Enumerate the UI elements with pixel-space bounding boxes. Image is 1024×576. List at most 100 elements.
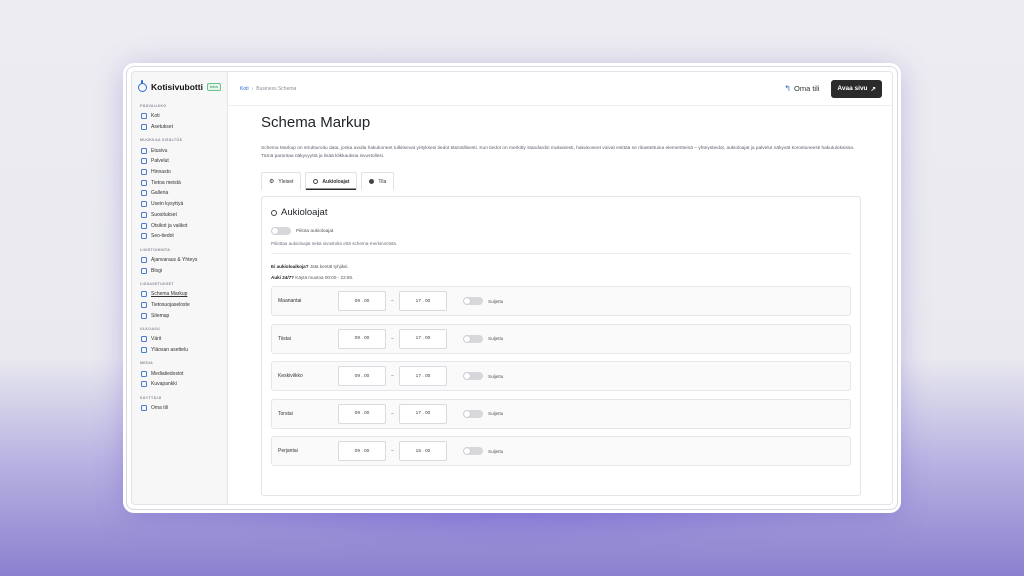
sidebar-item-label: Schema Markup [151,291,188,298]
close-time-input[interactable]: 16 . 00 [399,441,447,461]
sidebar-item-label: Koti [151,113,160,120]
sidebar-item-label: Asetukset [151,124,173,131]
tab-tila[interactable]: Tila [361,172,395,190]
sidebar-item[interactable]: Kuvapankki [138,379,221,390]
nav-item-icon [141,158,147,165]
sidebar-item[interactable]: Suositukset [138,210,221,221]
tab-yleiset[interactable]: ⚙ Yleiset [261,172,302,190]
sidebar-item[interactable]: Hinnasto [138,167,221,178]
closed-toggle[interactable] [463,297,483,305]
sidebar-item[interactable]: Blogi [138,265,221,276]
sidebar-item[interactable]: Oma tili [138,403,221,414]
nav-item-icon [141,405,147,412]
breadcrumb-home[interactable]: Koti [240,86,249,92]
always-open-note: Auki 24/7? Käytä muotoa 00:00 - 23:59. [271,275,851,280]
sidebar-item[interactable]: Asetukset [138,122,221,133]
close-time-input[interactable]: 17 . 00 [399,291,447,311]
sidebar-item-label: Hinnasto [151,169,171,176]
day-name: Keskiviikko [278,373,303,379]
browser-frame: Kotisivubotti beta PÄÄVALIKKO Koti Asetuks… [126,66,898,510]
day-row: Maanantai 09 . 00 – 17 . 00 Suljettu [271,286,851,316]
time-separator: – [391,298,394,304]
sidebar-item[interactable]: Tietoa meistä [138,177,221,188]
hide-hours-toggle[interactable] [271,227,291,235]
sidebar: Kotisivubotti beta PÄÄVALIKKO Koti Asetuks… [132,72,228,504]
sidebar-section-title: LIIKETOIMINTA [140,247,171,252]
note-text: Jätä kentät tyhjiksi. [308,264,349,269]
sidebar-item[interactable]: Schema Markup [138,289,221,300]
sidebar-item-label: Sitemap [151,312,170,319]
sidebar-item[interactable]: Seo-tiedot [138,231,221,242]
open-site-button[interactable]: Avaa sivu ↗ [831,79,882,98]
day-row: Perjantai 09 . 00 – 16 . 00 Suljettu [271,436,851,466]
nav-item-icon [141,370,147,377]
sidebar-item[interactable]: Värit [138,334,221,345]
sidebar-item-label: Seo-tiedot [151,233,174,240]
sidebar-item[interactable]: Etusivu [138,145,221,156]
nav-item-icon [141,211,147,218]
sidebar-section-title: ULKOASU [140,327,160,331]
note-bold: Ei aukioloaikoja? [271,264,309,269]
closed-toggle[interactable] [463,409,483,418]
nav-item-icon [141,124,147,131]
sidebar-item[interactable]: Tietosuojaseloste [138,300,221,311]
sidebar-section-title: KÄYTTÄJÄ [140,395,162,400]
topbar-actions: ↰ Oma tili Avaa sivu ↗ [784,79,882,98]
closed-toggle[interactable] [463,447,483,455]
sidebar-item[interactable]: Otsikot ja valikot [138,220,221,231]
tab-label: Yleiset [278,178,294,185]
open-time-input[interactable]: 09 . 00 [338,328,386,349]
sidebar-item[interactable]: Mediatiedostot [138,368,221,379]
topbar: Koti › Business Schema ↰ Oma tili Avaa s… [228,72,892,106]
open-time-input[interactable]: 09 . 00 [338,291,386,311]
sidebar-item[interactable]: Koti [138,111,221,122]
no-hours-note: Ei aukioloaikoja? Jätä kentät tyhjiksi. [271,264,851,269]
close-time-input[interactable]: 17 . 00 [399,328,447,349]
account-label: Oma tili [794,84,820,93]
closed-control: Suljettu [463,334,503,343]
tab-aukioloajat[interactable]: Aukioloajat [305,172,358,190]
day-row: Keskiviikko 09 . 00 – 17 . 00 Suljettu [271,361,851,391]
clock-icon [271,209,277,216]
tab-label: Aukioloajat [322,178,350,185]
sidebar-item-label: Värit [151,336,162,343]
sidebar-item-label: Galleria [151,190,169,197]
sidebar-item[interactable]: Ajanvaraus & Yhteys [138,255,221,266]
nav-item-icon [141,222,147,229]
sidebar-item[interactable]: Usein kysyttyä [138,199,221,210]
day-name: Maanantai [278,298,302,304]
open-time-input[interactable]: 09 . 00 [338,441,386,461]
page-description: Schema Markup on strukturoitu data, jonk… [261,146,855,159]
sidebar-item[interactable]: Palvelut [138,156,221,167]
nav-item-icon [141,147,147,154]
card-title-text: Aukioloajat [281,207,328,218]
hide-hours-help: Piilottaa aukioloajat sekä sivustolta et… [271,241,398,246]
sidebar-section-title: LISÄASETUKSET [140,281,174,286]
sidebar-item[interactable]: Sitemap [138,310,221,321]
day-row: Tiistai 09 . 00 – 17 . 00 Suljettu [271,323,851,354]
closed-control: Suljettu [463,447,503,455]
sidebar-item[interactable]: Galleria [138,188,221,199]
sidebar-item-label: Kuvapankki [151,381,177,388]
nav-item-icon [141,233,147,240]
breadcrumb-current: Business Schema [256,85,297,92]
close-time-input[interactable]: 17 . 00 [399,366,447,386]
close-time-input[interactable]: 17 . 00 [399,403,447,424]
day-list: Maanantai 09 . 00 – 17 . 00 Suljettu Tii… [271,286,851,466]
sidebar-item[interactable]: Yläosan asettelu [138,345,221,356]
sidebar-item-label: Yläosan asettelu [151,347,188,354]
sidebar-item-label: Mediatiedostot [151,370,184,377]
day-name: Tiistai [278,335,291,342]
closed-label: Suljettu [488,373,504,379]
nav-item-icon [141,201,147,208]
sidebar-section-title: MUOKKAA SISÄLTÖÄ [140,138,183,143]
open-time-input[interactable]: 09 . 00 [338,366,386,386]
page-content: Schema Markup Schema Markup on strukturo… [228,114,892,496]
brand[interactable]: Kotisivubotti beta [138,79,221,92]
closed-toggle[interactable] [463,334,483,343]
account-link[interactable]: ↰ Oma tili [784,84,819,93]
open-time-input[interactable]: 09 . 00 [338,403,386,424]
app-window: Kotisivubotti beta PÄÄVALIKKO Koti Asetuks… [131,71,893,505]
closed-toggle[interactable] [463,372,483,380]
sidebar-item-label: Palvelut [151,158,169,165]
